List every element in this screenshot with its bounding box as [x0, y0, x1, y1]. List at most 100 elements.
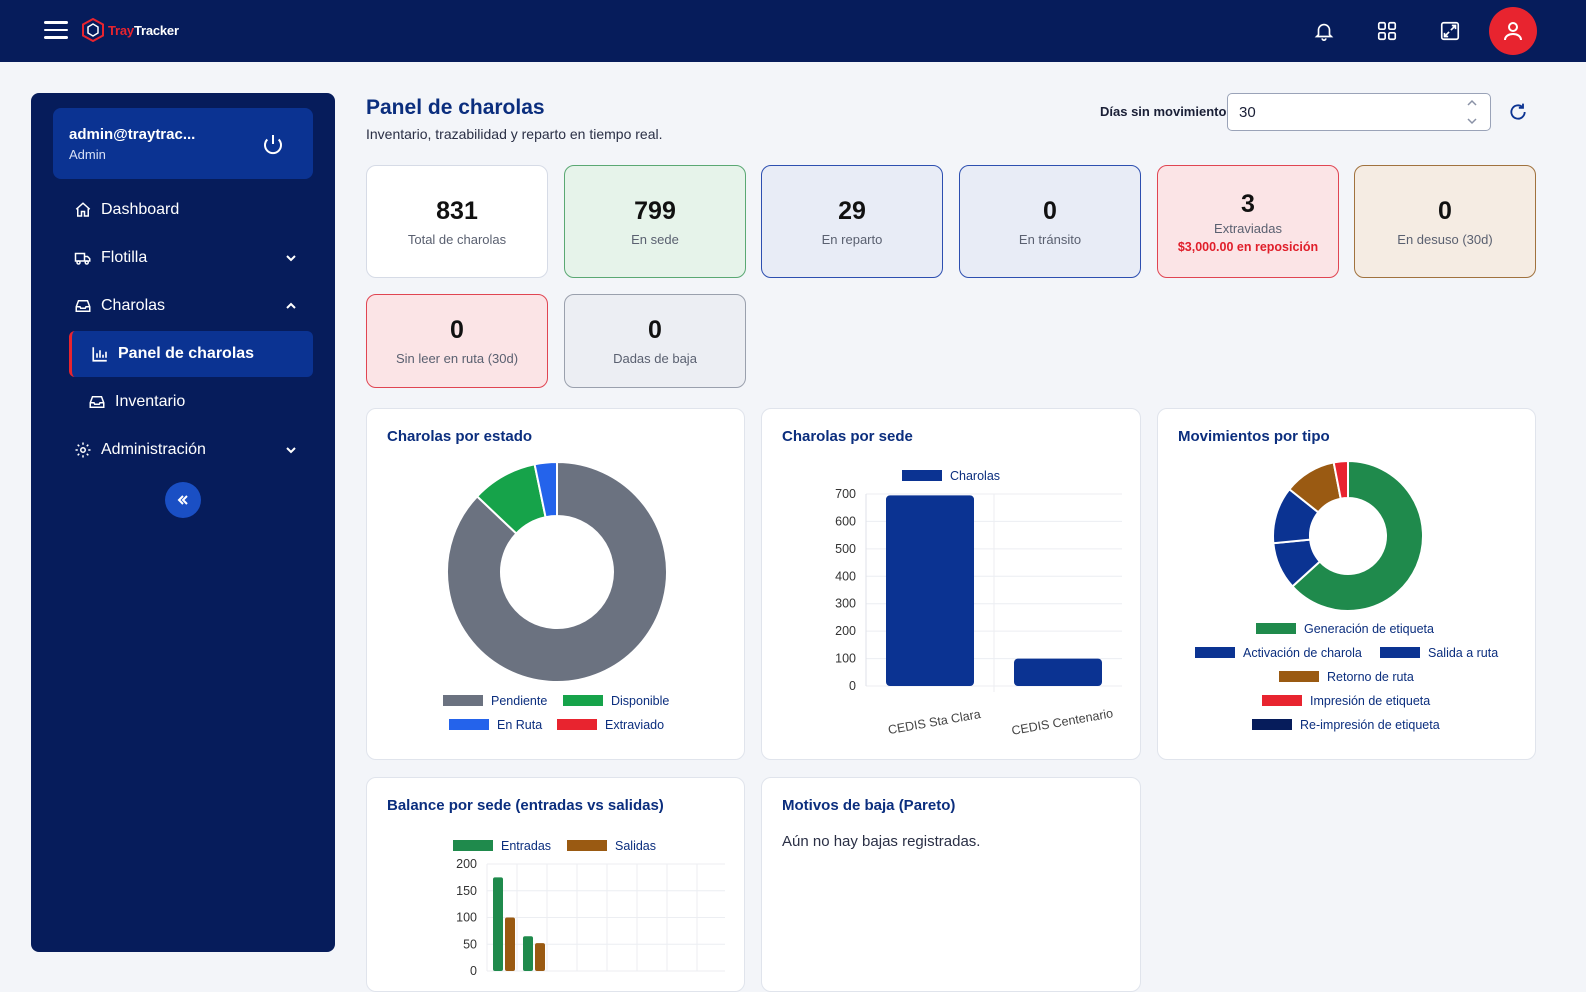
double-chevron-left-icon [177, 495, 188, 505]
legend-swatch [557, 719, 597, 730]
y-tick-label: 0 [470, 964, 477, 978]
y-tick-label: 150 [456, 884, 477, 898]
sidebar-item-label: Administración [101, 441, 206, 458]
legend-swatch [1256, 623, 1296, 634]
fullscreen-icon[interactable] [1436, 17, 1464, 45]
card-charolas-por-sede: 0 100 200 300 400 500 600 700 CEDIS Sta Clara CED… [761, 408, 1141, 760]
legend-swatch [1252, 719, 1292, 730]
card-motivos-de-baja: Motivos de baja (Pareto) Aún no hay baja… [761, 777, 1141, 992]
y-tick-label: 400 [835, 569, 856, 583]
stat-value: 799 [634, 196, 676, 225]
stat-value: 0 [1043, 196, 1057, 225]
stat-value: 0 [648, 316, 662, 344]
tray-icon [87, 392, 107, 412]
bar [523, 936, 533, 971]
y-tick-label: 200 [835, 624, 856, 638]
stat-value: 831 [436, 196, 478, 225]
sidebar-item-label: Flotilla [101, 249, 148, 266]
truck-icon [73, 248, 93, 268]
legend-swatch [902, 470, 942, 481]
stat-label: Total de charolas [407, 231, 507, 247]
legend-swatch [1279, 671, 1319, 682]
bar [886, 495, 974, 686]
y-tick-label: 700 [835, 487, 856, 501]
days-label: Días sin movimiento [1100, 104, 1227, 119]
logo-hexagon-icon [82, 18, 104, 42]
stat-label: En desuso (30d) [1397, 231, 1493, 247]
stat-value: 3 [1241, 189, 1255, 218]
spinner-arrows-icon[interactable] [1466, 98, 1478, 126]
refresh-icon[interactable] [1508, 102, 1528, 122]
legend-swatch [563, 695, 603, 706]
legend-swatch [567, 840, 607, 851]
gear-icon [73, 440, 93, 460]
bar [493, 877, 503, 971]
sidebar-item-label: Charolas [101, 297, 166, 314]
sidebar-item-flotilla[interactable]: Flotilla [53, 238, 313, 278]
legend-label: Pendiente [491, 694, 547, 708]
power-icon[interactable] [261, 132, 285, 156]
sidebar-item-dashboard[interactable]: Dashboard [53, 190, 313, 230]
legend-label: Generación de etiqueta [1304, 622, 1434, 636]
app-logo[interactable]: TrayTracker [82, 18, 179, 42]
sidebar-item-panel-de-charolas[interactable]: Panel de charolas [69, 331, 313, 377]
chevron-down-icon [286, 447, 296, 454]
legend-label: En Ruta [497, 718, 542, 732]
sidebar-item-label: Inventario [115, 393, 186, 410]
card-movimientos-por-tipo: Generación de etiqueta Activación de char… [1157, 408, 1536, 760]
bar [505, 917, 515, 971]
stat-value: 0 [450, 316, 464, 344]
card-charolas-por-estado: Pendiente Disponible En Ruta Extraviado Cha… [366, 408, 745, 760]
legend-swatch [1195, 647, 1235, 658]
user-avatar[interactable] [1489, 7, 1537, 55]
days-without-movement-input[interactable] [1227, 93, 1491, 131]
bell-icon[interactable] [1310, 17, 1338, 45]
stat-extra: $3,000.00 en reposición [1177, 239, 1319, 254]
chart-movimientos-por-tipo: Generación de etiqueta Activación de char… [1195, 459, 1498, 732]
legend-label: Disponible [611, 694, 669, 708]
card-title: Charolas por estado [387, 428, 533, 445]
legend-label: Retorno de ruta [1327, 670, 1414, 684]
stat-en-transito: 0 En tránsito [959, 165, 1141, 278]
sidebar-item-administracion[interactable]: Administración [53, 430, 313, 470]
stat-sin-leer-en-ruta: 0 Sin leer en ruta (30d) [366, 294, 548, 388]
card-title: Movimientos por tipo [1178, 428, 1330, 445]
user-email: admin@traytrac... [69, 126, 196, 143]
card-title: Balance por sede (entradas vs salidas) [387, 797, 664, 814]
x-tick-label: CEDIS Sta Clara [887, 707, 982, 737]
card-balance-por-sede: 0 50 100 150 200 Entradas Salidas Balance por … [366, 777, 745, 992]
sidebar-item-inventario[interactable]: Inventario [69, 379, 313, 425]
y-tick-label: 200 [456, 857, 477, 871]
top-bar: TrayTracker [0, 0, 1586, 62]
legend-swatch [453, 840, 493, 851]
stat-value: 0 [1438, 196, 1452, 225]
sidebar-item-charolas[interactable]: Charolas [53, 286, 313, 326]
card-title: Charolas por sede [782, 428, 913, 445]
stat-value: 29 [838, 196, 866, 225]
stat-dadas-de-baja: 0 Dadas de baja [564, 294, 746, 388]
chevron-up-icon [286, 302, 296, 309]
chevron-down-icon [286, 255, 296, 262]
home-icon [73, 200, 93, 220]
tray-icon [73, 296, 93, 316]
stat-label: En sede [631, 231, 679, 247]
x-tick-label: CEDIS Centenario [1010, 706, 1114, 738]
chart-charolas-por-sede: 0 100 200 300 400 500 600 700 CEDIS Sta Clara CED… [835, 469, 1122, 738]
y-tick-label: 600 [835, 514, 856, 528]
sidebar-item-label: Panel de charolas [118, 345, 255, 362]
stat-total-charolas: 831 Total de charolas [366, 165, 548, 278]
stat-label: En tránsito [1018, 231, 1082, 247]
y-tick-label: 500 [835, 542, 856, 556]
legend-swatch [1262, 695, 1302, 706]
sidebar-item-label: Dashboard [101, 201, 180, 218]
collapse-sidebar-button[interactable] [165, 482, 201, 518]
user-role: Admin [69, 147, 106, 162]
legend-label: Entradas [501, 839, 551, 853]
bar [1014, 658, 1102, 686]
hamburger-menu-icon[interactable] [44, 21, 68, 41]
legend-label: Salida a ruta [1428, 646, 1498, 660]
empty-message: Aún no hay bajas registradas. [782, 833, 981, 850]
stat-label: Extraviadas [1214, 220, 1282, 236]
apps-grid-icon[interactable] [1373, 17, 1401, 45]
stat-label: Dadas de baja [613, 351, 697, 366]
